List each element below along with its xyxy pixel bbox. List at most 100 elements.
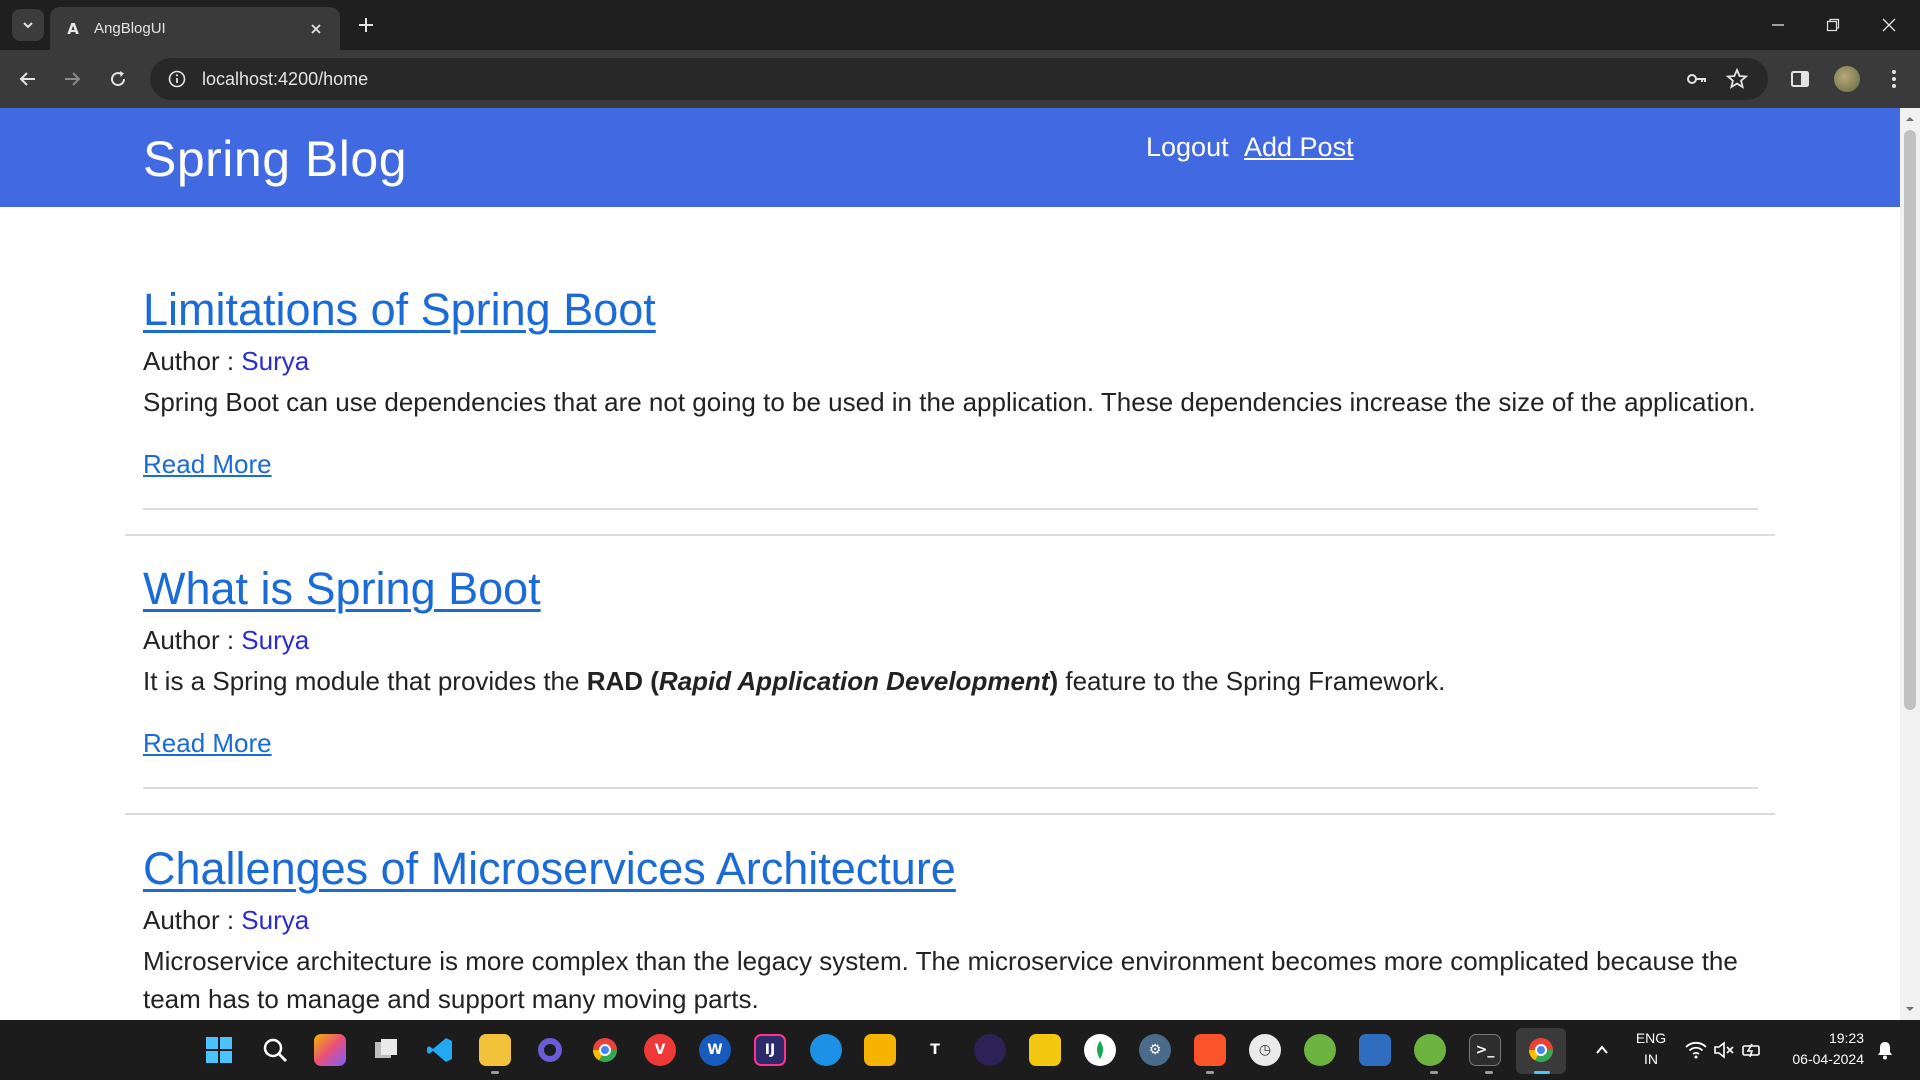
spring-boot-icon[interactable]	[1414, 1034, 1446, 1066]
eclipse-icon[interactable]	[974, 1034, 1006, 1066]
side-panel-icon[interactable]	[1786, 65, 1814, 93]
task-view-icon[interactable]	[370, 1034, 402, 1066]
notification-bell-icon[interactable]	[1873, 1034, 1897, 1066]
page-viewport: Spring Blog Logout Add Post Limitations …	[0, 108, 1900, 1020]
scroll-up-arrow-icon[interactable]	[1905, 114, 1915, 124]
battery-charging-icon[interactable]	[1740, 1034, 1764, 1066]
file-explorer-icon[interactable]	[479, 1034, 511, 1066]
minimize-button[interactable]	[1765, 12, 1791, 38]
wifi-icon[interactable]	[1684, 1034, 1708, 1066]
volume-muted-icon[interactable]	[1712, 1034, 1736, 1066]
bookmark-star-icon[interactable]	[1722, 64, 1752, 94]
post-author: Author : Surya	[143, 625, 1758, 656]
post-card: Limitations of Spring Boot Author : Sury…	[143, 284, 1758, 480]
author-name: Surya	[241, 905, 310, 935]
search-icon[interactable]	[259, 1034, 291, 1066]
tab-close-icon[interactable]	[306, 19, 326, 39]
clock-date[interactable]: 06-04-2024	[1784, 1051, 1864, 1067]
mongodb-compass-icon[interactable]	[1084, 1034, 1116, 1066]
typora-icon[interactable]: T	[919, 1034, 951, 1066]
url-text[interactable]: localhost:4200/home	[202, 69, 1672, 90]
running-indicator	[491, 1071, 499, 1074]
tab-search-button[interactable]	[12, 9, 44, 41]
copilot-icon[interactable]	[314, 1034, 346, 1066]
chevron-up-icon[interactable]	[1586, 1034, 1618, 1066]
post-title-link[interactable]: Limitations of Spring Boot	[143, 284, 1758, 336]
site-brand[interactable]: Spring Blog	[143, 130, 407, 188]
tab-bar: A AngBlogUI	[0, 0, 1920, 50]
close-icon	[1882, 18, 1896, 32]
reload-icon	[111, 71, 126, 87]
post-card: What is Spring Boot Author : Surya It is…	[143, 563, 1758, 759]
clock-icon[interactable]: ◷	[1249, 1034, 1281, 1066]
settings-icon[interactable]: ⚙	[1139, 1034, 1171, 1066]
add-post-link[interactable]: Add Post	[1244, 132, 1354, 163]
running-indicator	[1206, 1071, 1214, 1074]
read-more-link[interactable]: Read More	[143, 728, 272, 759]
logout-link[interactable]: Logout	[1146, 132, 1229, 163]
vivaldi-icon[interactable]: V	[644, 1034, 676, 1066]
forward-button[interactable]	[58, 65, 86, 93]
password-key-icon[interactable]	[1682, 64, 1712, 94]
chrome-icon[interactable]	[589, 1034, 621, 1066]
post-content: Spring Boot can use dependencies that ar…	[143, 387, 1756, 417]
address-bar[interactable]: localhost:4200/home	[150, 58, 1768, 100]
brave-icon[interactable]	[1194, 1034, 1226, 1066]
chrome-active-icon[interactable]	[1525, 1034, 1557, 1066]
author-label: Author :	[143, 346, 242, 376]
post-title-link[interactable]: What is Spring Boot	[143, 563, 1758, 615]
keep-icon[interactable]	[864, 1034, 896, 1066]
intellij-icon[interactable]: IJ	[754, 1034, 786, 1066]
active-indicator	[1534, 1071, 1550, 1074]
close-window-button[interactable]	[1876, 12, 1902, 38]
region-indicator[interactable]: IN	[1628, 1051, 1674, 1067]
site-info-icon[interactable]	[166, 68, 188, 90]
back-button[interactable]	[14, 65, 42, 93]
docker-icon[interactable]	[810, 1034, 842, 1066]
content-text: It is a Spring module that provides the	[143, 666, 587, 696]
terminal-icon[interactable]: >_	[1469, 1034, 1501, 1066]
clock-time[interactable]: 19:23	[1784, 1030, 1864, 1046]
scrollbar-thumb[interactable]	[1904, 130, 1916, 710]
browser-tab[interactable]: A AngBlogUI	[50, 7, 340, 50]
arrow-right-icon	[65, 72, 81, 86]
restore-button[interactable]	[1820, 12, 1846, 38]
spring-tools-icon[interactable]	[1304, 1034, 1336, 1066]
angular-favicon-icon: A	[67, 19, 79, 38]
obs-icon[interactable]	[534, 1034, 566, 1066]
post-content: Microservice architecture is more comple…	[143, 946, 1738, 1014]
read-more-link[interactable]: Read More	[143, 449, 272, 480]
post-card: Challenges of Microservices Architecture…	[143, 843, 1758, 1018]
windows-taskbar: V W IJ T ⚙ ◷ >_ ENG IN 19:23 06-04-2024	[0, 1020, 1920, 1080]
content-bold: RAD (	[586, 666, 659, 696]
content-bold-close: )	[1049, 666, 1059, 696]
word-icon[interactable]: W	[699, 1034, 731, 1066]
windows-start-icon[interactable]	[203, 1034, 235, 1066]
post-divider	[143, 787, 1758, 789]
new-tab-button[interactable]	[354, 13, 378, 37]
post-separator	[125, 534, 1775, 536]
arrow-left-icon	[19, 72, 35, 86]
chevron-down-icon	[23, 22, 33, 29]
profile-avatar[interactable]	[1834, 66, 1860, 92]
author-label: Author :	[143, 905, 242, 935]
restore-icon	[1826, 18, 1840, 32]
running-indicator	[1430, 1071, 1438, 1074]
vscode-icon[interactable]	[424, 1034, 456, 1066]
language-indicator[interactable]: ENG	[1628, 1030, 1674, 1046]
tab-title: AngBlogUI	[94, 20, 166, 37]
author-name: Surya	[241, 346, 310, 376]
remote-desktop-icon[interactable]	[1359, 1034, 1391, 1066]
power-bi-icon[interactable]	[1029, 1034, 1061, 1066]
minimize-icon	[1772, 24, 1784, 26]
reload-button[interactable]	[104, 65, 132, 93]
post-title-link[interactable]: Challenges of Microservices Architecture	[143, 843, 1758, 895]
scroll-down-arrow-icon[interactable]	[1905, 1004, 1915, 1014]
browser-menu-icon[interactable]	[1880, 65, 1908, 93]
post-author: Author : Surya	[143, 905, 1758, 936]
browser-toolbar: localhost:4200/home	[0, 50, 1920, 108]
post-divider	[143, 508, 1758, 510]
author-label: Author :	[143, 625, 242, 655]
page-scrollbar[interactable]	[1900, 108, 1920, 1020]
post-separator	[125, 813, 1775, 815]
